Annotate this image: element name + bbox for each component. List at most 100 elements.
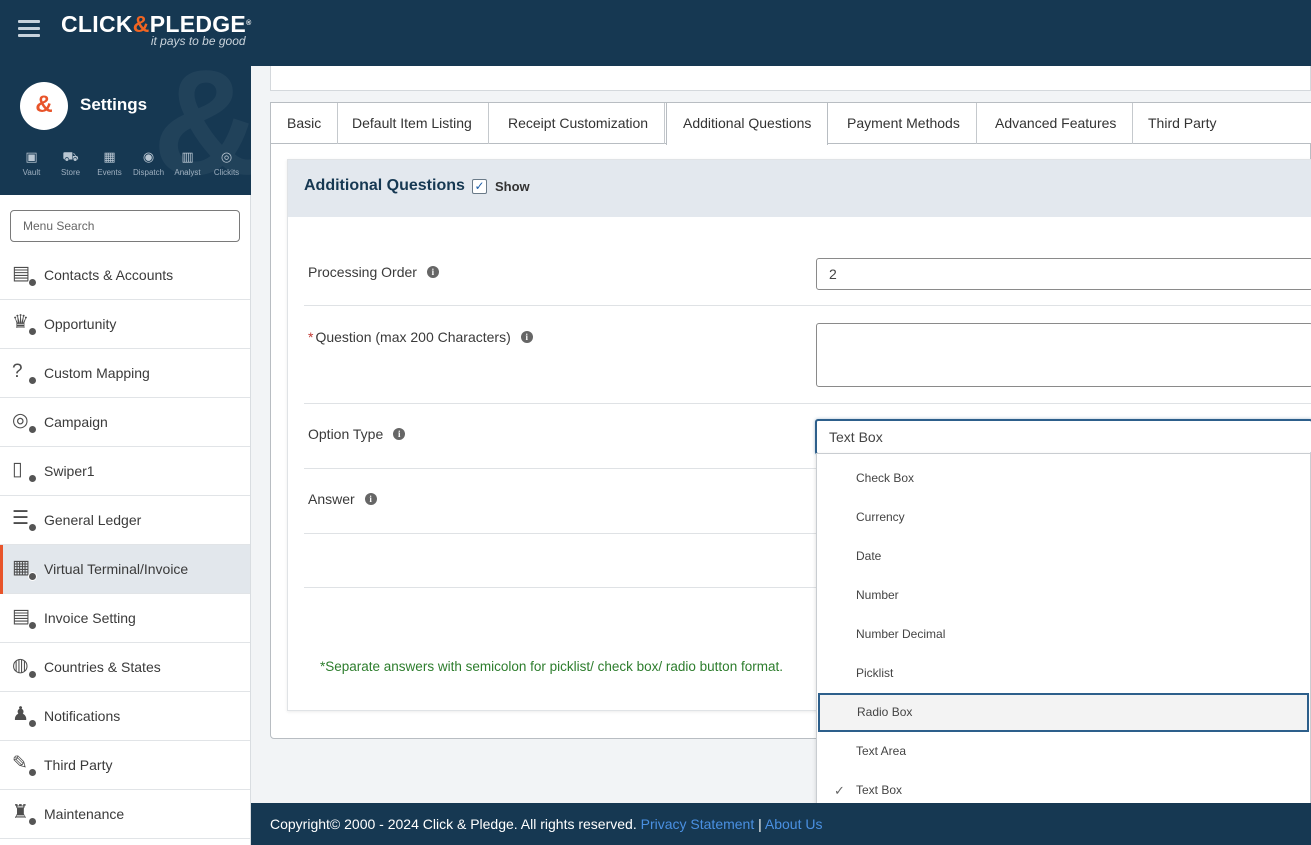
app-clickits[interactable]: ◎ Clickits (207, 148, 246, 177)
vault-icon: ▣ (25, 149, 38, 164)
mapping-icon: ? (12, 361, 37, 385)
info-icon[interactable]: i (393, 428, 406, 440)
sidebar-item-label: Swiper1 (44, 463, 95, 479)
sidebar-item-countries-states[interactable]: ◍ Countries & States (0, 643, 250, 692)
invoice-icon: ▤ (12, 606, 37, 630)
settings-header: & & Settings ▣ Vault ⛟ Store ▦ Events ◉ Disp… (0, 66, 251, 195)
footer: Copyright© 2000 - 2024 Click & Pledge. A… (251, 803, 1311, 845)
dropdown-option-currency[interactable]: Currency (817, 498, 1310, 537)
sidebar-item-notifications[interactable]: ♟ Notifications (0, 692, 250, 741)
show-checkbox[interactable]: ✓ (472, 179, 487, 194)
globe-icon: ◍ (12, 655, 37, 679)
bell-icon: ♟ (12, 704, 37, 728)
option-type-select[interactable]: Text Box (815, 419, 1311, 455)
sidebar-item-label: Maintenance (44, 806, 125, 822)
card-header: Additional Questions ✓ Show (288, 160, 1311, 217)
sidebar-item-virtual-terminal-invoice[interactable]: ▦ Virtual Terminal/Invoice (0, 545, 250, 594)
option-type-label: Option Type (308, 426, 384, 442)
sidebar-item-contacts-accounts[interactable]: ▤ Contacts & Accounts (0, 251, 250, 300)
terminal-icon: ▦ (12, 557, 37, 581)
about-us-link[interactable]: About Us (765, 816, 823, 832)
cart-icon: ⛟ (62, 149, 79, 164)
info-icon[interactable]: i (520, 331, 533, 343)
sidebar-item-label: Invoice Setting (44, 610, 136, 626)
calendar-icon: ▦ (103, 149, 116, 164)
option-type-dropdown: Check Box Currency Date Number Number De… (816, 453, 1311, 813)
sidebar-item-opportunity[interactable]: ♛ Opportunity (0, 300, 250, 349)
coin-icon: ◎ (220, 149, 233, 164)
tab-additional-questions[interactable]: Additional Questions (666, 103, 829, 145)
processing-order-label: Processing Order (308, 264, 417, 280)
brand-name-left: CLICK (61, 11, 133, 37)
show-label: Show (495, 179, 530, 194)
tab-advanced-features[interactable]: Advanced Features (979, 103, 1134, 144)
app-vault[interactable]: ▣ Vault (12, 148, 51, 177)
tab-bar: Basic Default Item Listing Receipt Custo… (271, 103, 1311, 145)
registered-mark: ® (246, 20, 252, 27)
target-icon: ◎ (12, 410, 37, 434)
hamburger-menu-icon[interactable] (18, 20, 40, 38)
sidebar-item-label: General Ledger (44, 512, 142, 528)
question-row: * Question (max 200 Characters) i (308, 329, 533, 345)
settings-title: Settings (80, 95, 148, 114)
app-dispatch[interactable]: ◉ Dispatch (129, 148, 168, 177)
sidebar-item-maintenance[interactable]: ♜ Maintenance (0, 790, 250, 839)
menu-search-input[interactable] (10, 210, 240, 242)
sidebar-item-invoice-setting[interactable]: ▤ Invoice Setting (0, 594, 250, 643)
footer-separator: | (758, 816, 762, 832)
ledger-icon: ☰ (12, 508, 37, 532)
app-analyst[interactable]: ▥ Analyst (168, 148, 207, 177)
dropdown-option-picklist[interactable]: Picklist (817, 654, 1310, 693)
sidebar-item-label: Custom Mapping (44, 365, 150, 381)
sidebar-item-general-ledger[interactable]: ☰ General Ledger (0, 496, 250, 545)
privacy-statement-link[interactable]: Privacy Statement (641, 816, 755, 832)
app-switcher: ▣ Vault ⛟ Store ▦ Events ◉ Dispatch ▥ Analyst… (12, 148, 246, 177)
tab-receipt-customization[interactable]: Receipt Customization (492, 103, 666, 144)
dropdown-option-number[interactable]: Number (817, 576, 1310, 615)
dropdown-option-text-area[interactable]: Text Area (817, 732, 1310, 771)
info-icon[interactable]: i (364, 493, 377, 505)
sidebar-item-custom-mapping[interactable]: ? Custom Mapping (0, 349, 250, 398)
crown-icon: ♛ (12, 312, 37, 336)
info-icon[interactable]: i (426, 266, 439, 278)
sidebar-menu: ▤ Contacts & Accounts ♛ Opportunity ? Custo… (0, 251, 250, 839)
top-bar: CLICK&PLEDGE® it pays to be good (0, 0, 1311, 66)
tab-basic[interactable]: Basic (271, 103, 339, 144)
show-toggle[interactable]: ✓ Show (472, 179, 530, 194)
tab-default-item-listing[interactable]: Default Item Listing (336, 103, 489, 144)
tab-payment-methods[interactable]: Payment Methods (831, 103, 977, 144)
app-events[interactable]: ▦ Events (90, 148, 129, 177)
answer-format-note: *Separate answers with semicolon for pic… (320, 659, 783, 674)
section-title: Additional Questions (304, 177, 465, 194)
app-store[interactable]: ⛟ Store (51, 148, 90, 177)
sidebar-item-label: Third Party (44, 757, 113, 773)
processing-order-input[interactable]: 2 (816, 258, 1311, 290)
answer-row: Answer i (308, 491, 377, 507)
sidebar-item-third-party[interactable]: ✎ Third Party (0, 741, 250, 790)
previous-section-strip (270, 66, 1311, 91)
bar-chart-icon: ▥ (181, 149, 194, 164)
sidebar-item-label: Virtual Terminal/Invoice (44, 561, 189, 577)
tab-third-party[interactable]: Third Party (1132, 103, 1232, 144)
plug-icon: ✎ (12, 753, 37, 777)
broadcast-icon: ◉ (142, 149, 155, 164)
question-textarea[interactable] (816, 323, 1311, 387)
dropdown-option-date[interactable]: Date (817, 537, 1310, 576)
dropdown-option-check-box[interactable]: Check Box (817, 459, 1310, 498)
sidebar-item-label: Opportunity (44, 316, 117, 332)
required-marker: * (308, 329, 314, 345)
divider (304, 403, 1311, 404)
swiper-icon: ▯ (12, 459, 37, 483)
answer-label: Answer (308, 491, 355, 507)
brand-logo[interactable]: CLICK&PLEDGE® it pays to be good (61, 12, 252, 48)
sidebar-item-campaign[interactable]: ◎ Campaign (0, 398, 250, 447)
copyright-text: Copyright© 2000 - 2024 Click & Pledge. A… (270, 816, 637, 832)
question-label: Question (max 200 Characters) (315, 329, 511, 345)
dropdown-option-number-decimal[interactable]: Number Decimal (817, 615, 1310, 654)
option-type-row: Option Type i (308, 426, 406, 442)
sidebar-item-label: Contacts & Accounts (44, 267, 174, 283)
brand-ampersand: & (132, 11, 150, 37)
settings-logo-icon: & (20, 82, 68, 130)
sidebar-item-swiper1[interactable]: ▯ Swiper1 (0, 447, 250, 496)
dropdown-option-radio-box[interactable]: Radio Box (818, 693, 1309, 732)
